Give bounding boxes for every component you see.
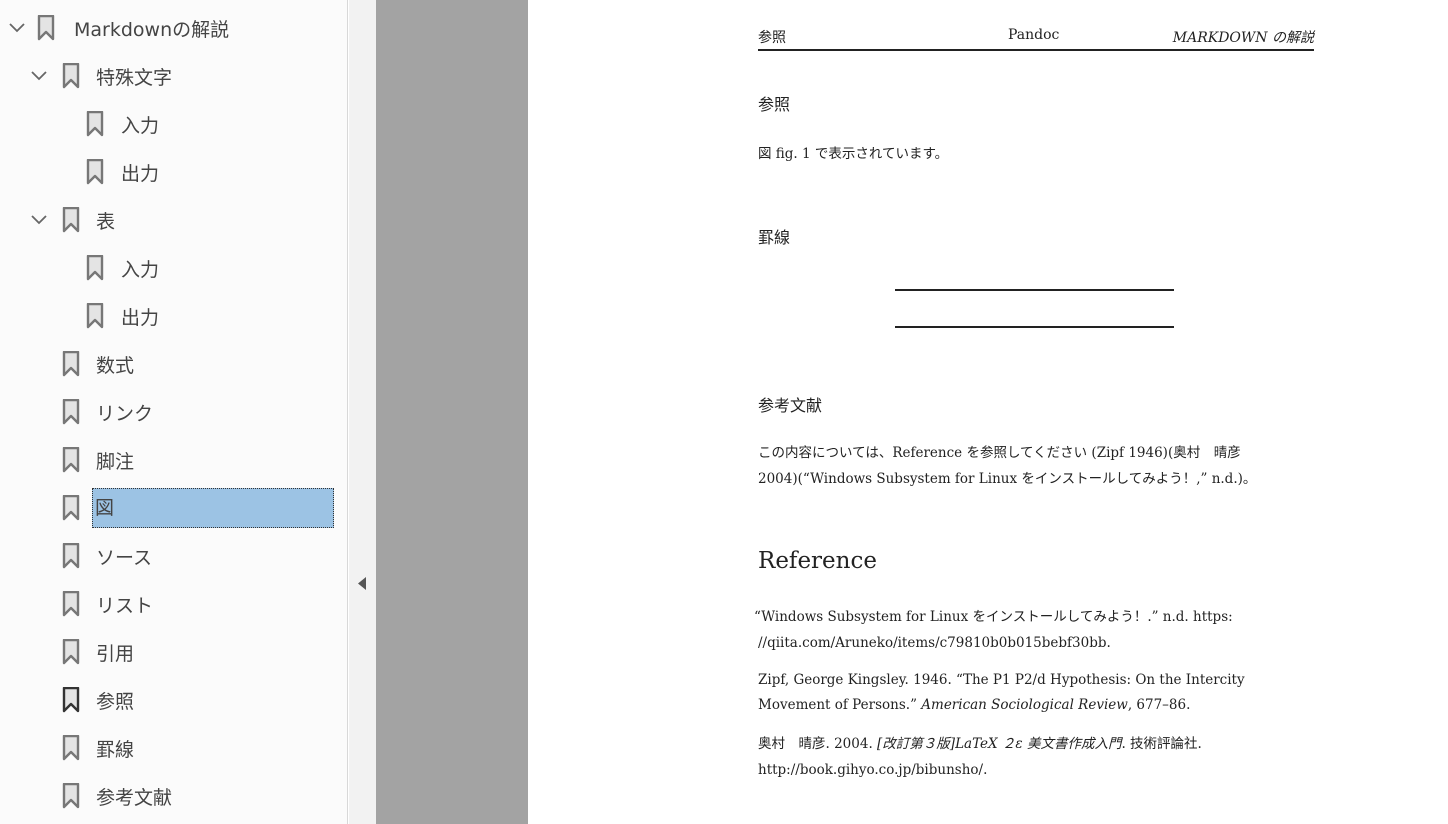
bookmark-icon	[62, 398, 80, 425]
bookmark-label: ソース	[96, 547, 153, 569]
section-title: 参照	[758, 95, 791, 114]
bookmark-icon	[86, 158, 104, 185]
bookmark-icon	[62, 206, 80, 233]
bookmark-icon	[62, 734, 80, 761]
bookmark-label: リンク	[96, 403, 154, 425]
bookmark-item[interactable]: 図	[0, 488, 348, 528]
horizontal-rule	[895, 326, 1174, 328]
bookmark-item[interactable]: 入力	[0, 104, 348, 144]
bookmark-item[interactable]: 数式	[0, 344, 348, 384]
bookmark-label: 入力	[121, 259, 160, 281]
bookmark-icon	[62, 62, 80, 89]
reference-entry: “Windows Subsystem for Linux をインストールしてみよ…	[754, 609, 1233, 625]
header-left: 参照	[758, 30, 786, 46]
bookmark-item[interactable]: 出力	[0, 296, 348, 336]
bookmark-icon	[62, 590, 80, 617]
paragraph: 図 fig. 1 で表示されています。	[758, 146, 949, 162]
bookmark-icon	[62, 542, 80, 569]
bookmark-item[interactable]: 出力	[0, 152, 348, 192]
bookmark-icon	[62, 782, 80, 809]
bookmark-label: 数式	[96, 355, 135, 377]
paragraph: 2004)(“Windows Subsystem for Linux をインスト…	[758, 471, 1257, 487]
reference-entry: Movement of Persons.” American Sociologi…	[758, 697, 1191, 713]
bookmark-label: Markdownの解説	[74, 19, 230, 41]
bookmark-icon	[86, 110, 104, 137]
bookmark-label: 特殊文字	[96, 67, 173, 89]
bookmark-item[interactable]: 脚注	[0, 440, 348, 480]
header-rule	[758, 49, 1314, 51]
reference-link[interactable]: http://book.gihyo.co.jp/bibunsho/.	[758, 757, 987, 783]
reference-entry: 奥村 晴彦. 2004. [改訂第３版]LaTeX ２ε 美文書作成入門. 技術…	[758, 736, 1202, 752]
bookmark-label: 脚注	[96, 451, 135, 473]
section-title: 罫線	[758, 228, 791, 247]
bookmark-icon	[37, 14, 55, 41]
bookmark-item[interactable]: 表	[0, 200, 348, 240]
panel-splitter[interactable]	[349, 0, 376, 824]
bookmarks-panel: Markdownの解説 特殊文字 入力 出力表入力 出力 数式 リンク 脚注図ソース リスト 引用…	[0, 0, 348, 824]
horizontal-rule	[895, 289, 1174, 291]
bookmark-item[interactable]: 参考文献	[0, 776, 348, 816]
header-right: MARKDOWN の解説	[1172, 30, 1314, 46]
paragraph: この内容については、Reference を参照してください (Zipf 1946…	[758, 445, 1241, 461]
document-background	[376, 0, 528, 824]
bookmark-label: 罫線	[96, 739, 135, 761]
bookmark-icon	[86, 302, 104, 329]
chevron-down-icon[interactable]	[28, 209, 50, 231]
bookmark-item[interactable]: 特殊文字	[0, 56, 348, 96]
chevron-down-icon[interactable]	[28, 65, 50, 87]
chevron-down-icon[interactable]	[6, 17, 28, 39]
section-title: 参考文献	[758, 396, 823, 415]
bookmark-icon	[62, 494, 80, 521]
header-center: Pandoc	[1008, 27, 1060, 43]
bookmark-item[interactable]: リスト	[0, 584, 348, 624]
bookmark-label: 引用	[96, 643, 135, 665]
bookmark-item[interactable]: Markdownの解説	[0, 8, 348, 48]
bookmark-label: 出力	[121, 307, 160, 329]
bookmark-label: 表	[96, 211, 116, 233]
bookmark-item[interactable]: リンク	[0, 392, 348, 432]
reference-entry: Zipf, George Kingsley. 1946. “The P1 P2/…	[758, 672, 1245, 688]
bookmark-icon	[62, 446, 80, 473]
section-title: Reference	[758, 548, 877, 574]
collapse-arrow-icon[interactable]	[358, 577, 367, 590]
bookmark-icon	[62, 638, 80, 665]
bookmark-item[interactable]: 入力	[0, 248, 348, 288]
bookmark-label: 図	[92, 488, 334, 528]
bookmark-icon	[86, 254, 104, 281]
bookmark-label: 出力	[121, 163, 160, 185]
bookmark-icon	[62, 686, 80, 713]
bookmark-item[interactable]: 参照	[0, 680, 348, 720]
bookmark-item[interactable]: ソース	[0, 536, 348, 576]
reference-link[interactable]: //qiita.com/Aruneko/items/c79810b0b015be…	[758, 630, 1111, 656]
bookmark-item[interactable]: 罫線	[0, 728, 348, 768]
bookmark-label: 参照	[96, 691, 135, 713]
bookmark-label: 入力	[121, 115, 160, 137]
bookmark-label: リスト	[96, 595, 154, 617]
bookmark-label: 参考文献	[96, 787, 173, 809]
pdf-page: 参照 Pandoc MARKDOWN の解説 参照 図 fig. 1 で表示され…	[528, 0, 1448, 824]
bookmark-item[interactable]: 引用	[0, 632, 348, 672]
bookmark-icon	[62, 350, 80, 377]
